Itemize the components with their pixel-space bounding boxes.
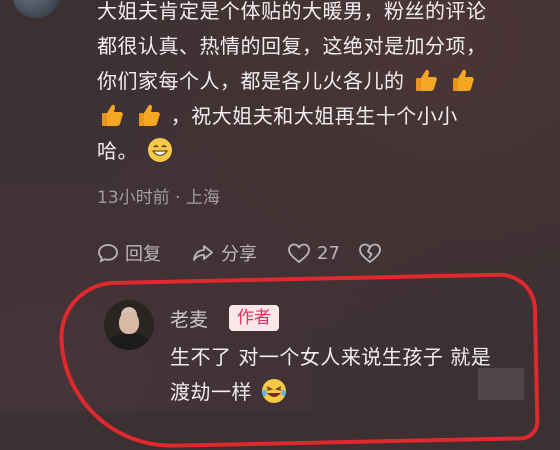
heart-icon xyxy=(288,243,310,264)
comment-text-segment: 哈。 xyxy=(97,139,138,163)
grin-icon xyxy=(147,138,172,162)
share-button[interactable]: 分享 xyxy=(191,240,257,266)
avatar-face xyxy=(119,312,139,334)
reply-label: 回复 xyxy=(125,244,161,265)
share-icon xyxy=(193,245,213,261)
comment-text-segment: ，祝大姐夫和大姐再生十个小小 xyxy=(170,104,458,128)
comment-line: 哈。 xyxy=(97,134,537,169)
thumbs-up-icon xyxy=(416,69,438,91)
comment-meta: 13小时前 · 上海 xyxy=(97,183,220,208)
timestamp: 13小时前 xyxy=(97,188,170,208)
comment-line: 你们家每个人，都是各儿火各儿的 xyxy=(97,64,537,99)
meta-separator: · xyxy=(169,188,186,208)
comment-line: 大姐夫肯定是个体贴的大暖男，粉丝的评论 xyxy=(97,0,487,23)
comment-body: 大姐夫肯定是个体贴的大暖男，粉丝的评论 都很认真、热情的回复，这绝对是加分项， … xyxy=(97,0,537,169)
laughing-tears-icon xyxy=(261,379,286,403)
share-label: 分享 xyxy=(221,244,257,265)
comment-text-segment: 你们家每个人，都是各儿火各儿的 xyxy=(97,69,405,93)
comment-line: 都很认真、热情的回复，这绝对是加分项， xyxy=(97,34,487,58)
dislike-button[interactable] xyxy=(358,242,382,264)
comment-actions: 回复 分享 27 xyxy=(97,238,382,268)
location: 上海 xyxy=(185,188,220,208)
thumbs-up-icon xyxy=(138,104,160,126)
broken-heart-icon xyxy=(359,243,381,264)
reply-button[interactable]: 回复 xyxy=(97,240,161,266)
reply-author-name[interactable]: 老麦 xyxy=(170,305,208,332)
thumbs-up-icon xyxy=(453,69,475,91)
reply-icon xyxy=(98,244,118,263)
author-avatar[interactable] xyxy=(104,300,154,350)
reply-text-segment: 渡劫一样 xyxy=(170,380,252,404)
author-badge: 作者 xyxy=(229,305,279,331)
like-button[interactable]: 27 xyxy=(287,242,340,264)
thumbs-up-icon xyxy=(102,104,123,126)
watermark-block xyxy=(478,368,524,400)
like-count: 27 xyxy=(317,242,340,264)
avatar-shirt xyxy=(110,334,148,350)
comment-line: ，祝大姐夫和大姐再生十个小小 xyxy=(97,99,537,134)
